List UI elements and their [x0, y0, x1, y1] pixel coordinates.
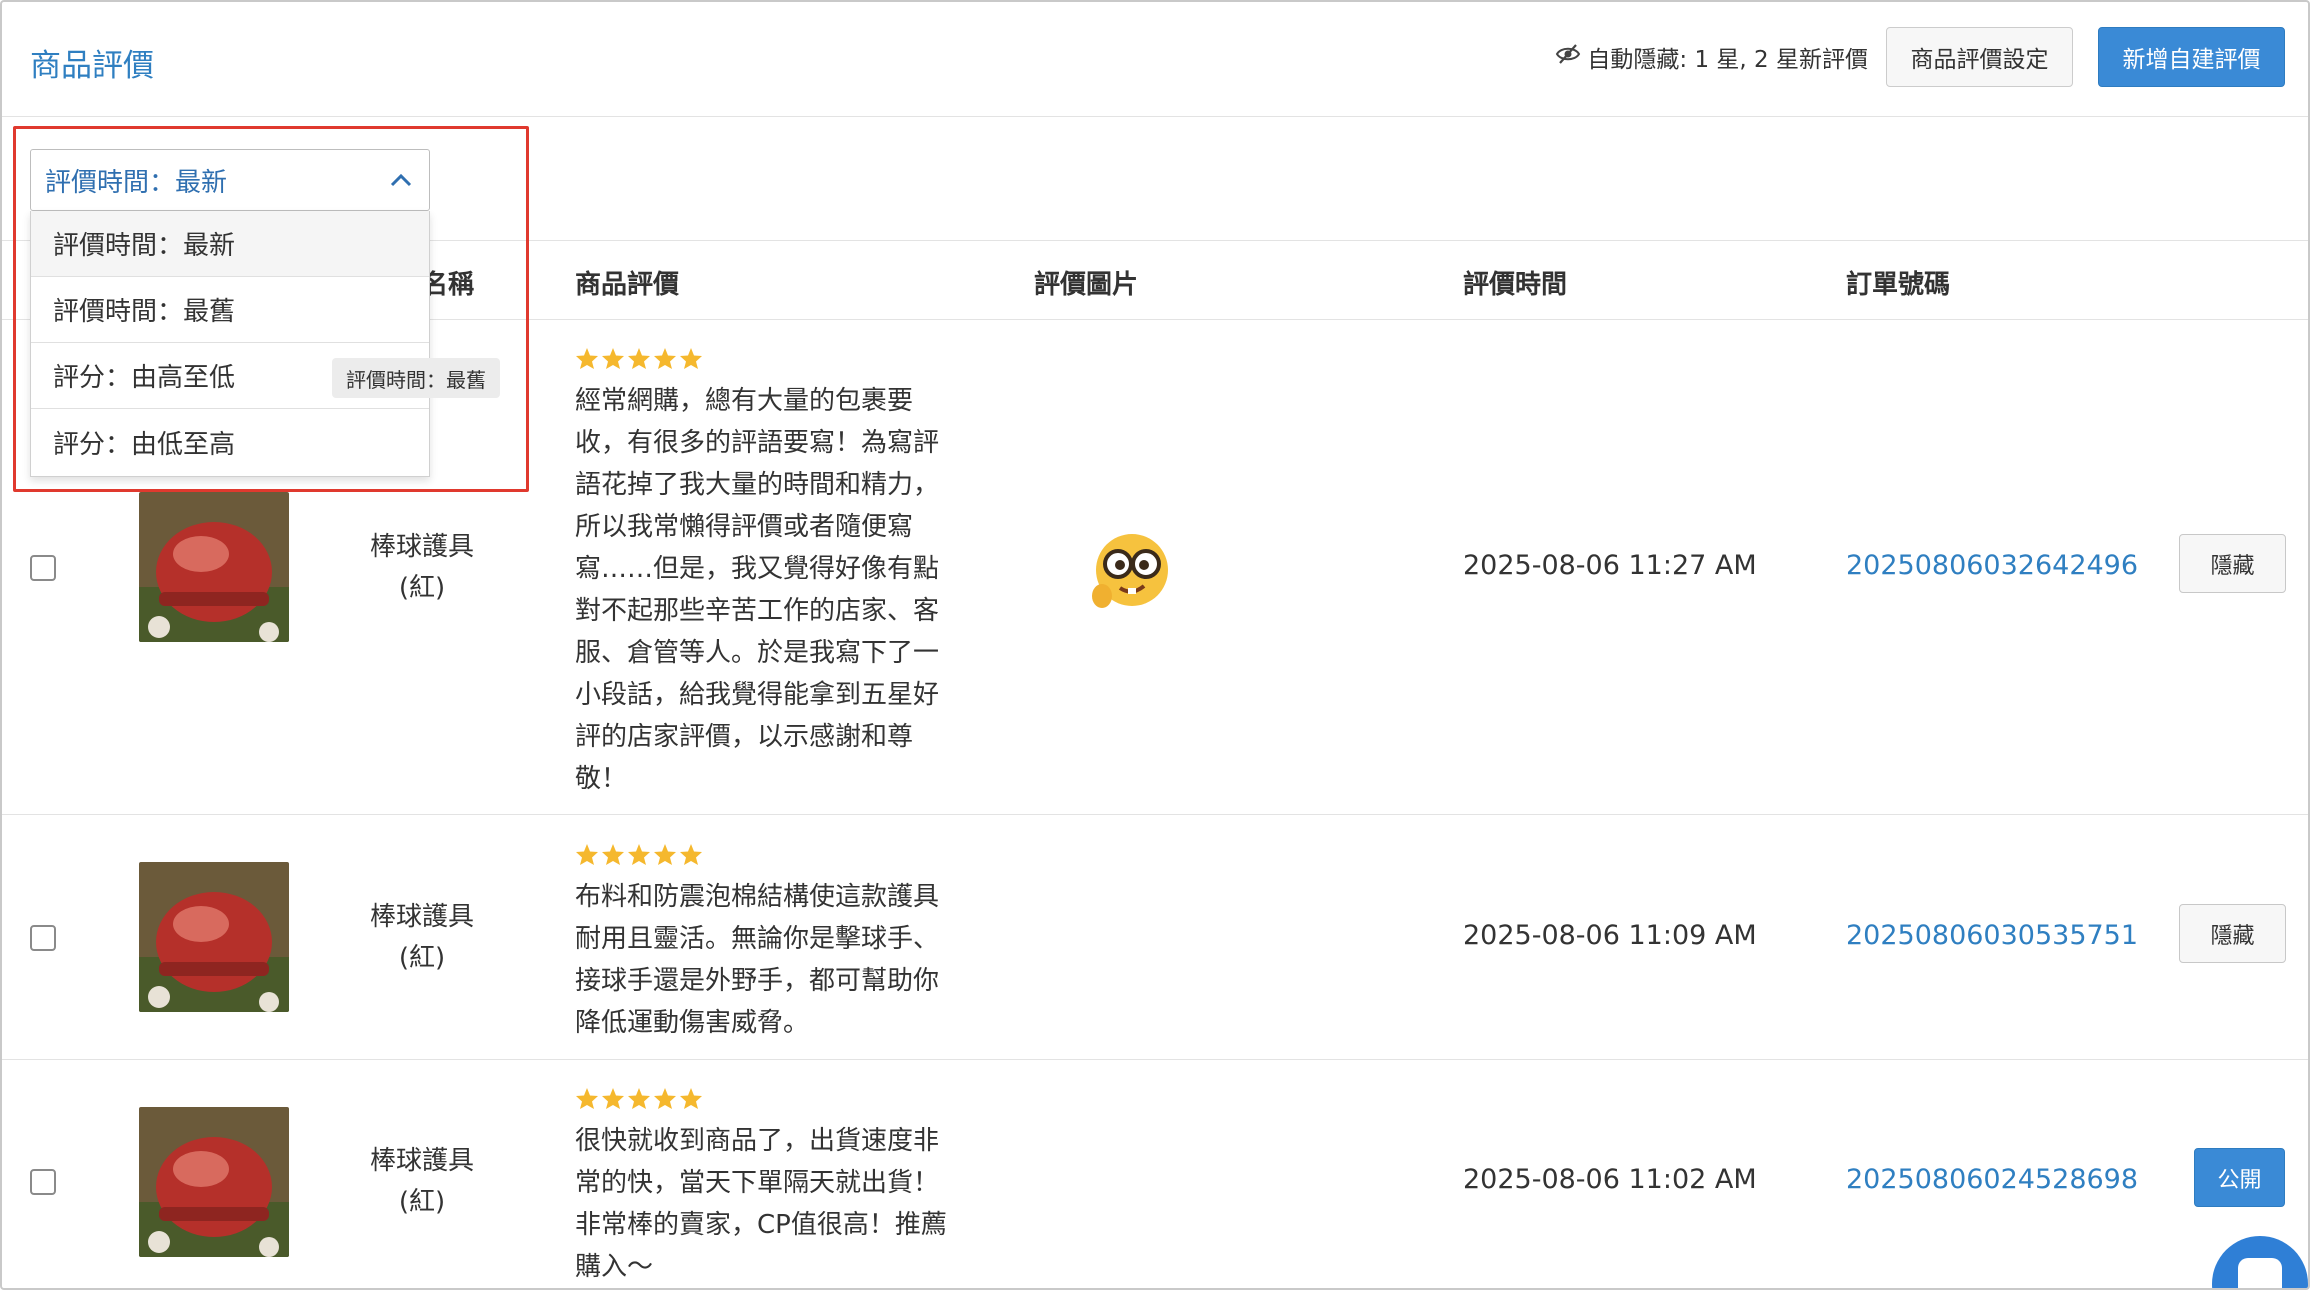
review-text: 布料和防震泡棉結構使這款護具 耐用且靈活。無論你是擊球手、 接球手還是外野手，都… [575, 876, 985, 1044]
sort-option-oldest[interactable]: 評價時間：最舊 [31, 277, 429, 343]
review-line: 小段話，給我覺得能拿到五星好 [575, 680, 940, 710]
product-thumbnail [139, 492, 289, 642]
row-divider [2, 814, 2308, 815]
sort-option-rating-low[interactable]: 評分：由低至高 [31, 409, 429, 475]
star-icon [628, 844, 650, 865]
rating-stars [575, 1087, 703, 1110]
review-text: 經常網購，總有大量的包裹要 收，有很多的評語要寫！為寫評 語花掉了我大量的時間和… [575, 380, 985, 800]
star-icon [602, 348, 624, 369]
rating-stars [575, 843, 703, 866]
review-line: 對不起那些辛苦工作的店家、客 [575, 596, 940, 626]
star-icon [680, 348, 702, 369]
product-name: 棒球護具 (紅) [342, 897, 502, 979]
column-header-review-image: 評價圖片 [1034, 270, 1139, 300]
sort-select[interactable]: 評價時間：最新 [30, 149, 430, 211]
tooltip: 評價時間：最舊 [332, 358, 500, 398]
star-icon [576, 1088, 598, 1109]
page-title: 商品評價 [30, 48, 154, 84]
star-icon [576, 844, 598, 865]
review-line: 非常棒的賣家，CP值很高！推薦 [575, 1210, 947, 1240]
product-name-text: 棒球護具 [369, 902, 474, 932]
chevron-up-icon [389, 170, 413, 190]
product-variant-text: (紅) [398, 943, 446, 973]
review-line: 收，有很多的評語要寫！為寫評 [575, 428, 940, 458]
review-time: 2025-08-06 11:27 AM [1463, 550, 1757, 581]
row-divider [2, 1059, 2308, 1060]
sort-selected-value: 評價時間：最新 [45, 167, 228, 198]
row-checkbox[interactable] [30, 1169, 56, 1195]
product-name-text: 棒球護具 [369, 532, 474, 562]
chat-icon [2238, 1258, 2282, 1288]
product-variant-text: (紅) [398, 573, 446, 603]
review-page: 商品評價 自動隱藏: 1 星, 2 星新評價 商品評價設定 新增自建評價 名稱 … [0, 0, 2310, 1290]
add-custom-review-button[interactable]: 新增自建評價 [2098, 27, 2285, 87]
row-checkbox[interactable] [30, 925, 56, 951]
column-header-review: 商品評價 [575, 270, 680, 300]
review-settings-button[interactable]: 商品評價設定 [1886, 27, 2073, 87]
review-line: 敬！ [575, 764, 628, 794]
sort-menu: 評價時間：最新 評價時間：最舊 評分：由高至低 評分：由低至高 [30, 211, 430, 477]
star-icon [602, 1088, 624, 1109]
review-line: 購入～ [575, 1252, 654, 1282]
review-text: 很快就收到商品了，出貨速度非 常的快，當天下單隔天就出貨！ 非常棒的賣家，CP值… [575, 1120, 985, 1288]
hide-review-button[interactable]: 隱藏 [2179, 534, 2286, 593]
star-icon [628, 348, 650, 369]
publish-review-button[interactable]: 公開 [2194, 1148, 2285, 1207]
auto-hide-text: 自動隱藏: 1 星, 2 星新評價 [1587, 47, 1868, 73]
star-icon [680, 1088, 702, 1109]
product-name-text: 棒球護具 [369, 1146, 474, 1176]
review-line: 降低運動傷害威脅。 [575, 1008, 810, 1038]
review-line: 所以我常懶得評價或者隨便寫 [575, 512, 914, 542]
review-time: 2025-08-06 11:09 AM [1463, 920, 1757, 951]
review-line: 語花掉了我大量的時間和精力， [575, 470, 940, 500]
auto-hide-info: 自動隱藏: 1 星, 2 星新評價 [1555, 40, 1868, 74]
review-line: 經常網購，總有大量的包裹要 [575, 386, 914, 416]
sort-option-newest[interactable]: 評價時間：最新 [31, 211, 429, 277]
order-number-link[interactable]: 20250806024528698 [1846, 1164, 2138, 1195]
product-variant-text: (紅) [398, 1187, 446, 1217]
review-line: 評的店家評價，以示感謝和尊 [575, 722, 914, 752]
review-line: 常的快，當天下單隔天就出貨！ [575, 1168, 940, 1198]
chat-widget-button[interactable] [2212, 1236, 2308, 1288]
header-divider [2, 116, 2308, 117]
review-line: 接球手還是外野手，都可幫助你 [575, 966, 940, 996]
product-name: 棒球護具 (紅) [342, 527, 502, 609]
product-thumbnail [139, 1107, 289, 1257]
product-name: 棒球護具 (紅) [342, 1141, 502, 1223]
star-icon [654, 1088, 676, 1109]
product-thumbnail [139, 862, 289, 1012]
nerd-face-emoji-icon[interactable] [1090, 530, 1174, 610]
rating-stars [575, 347, 703, 370]
order-number-link[interactable]: 20250806030535751 [1846, 920, 2138, 951]
review-line: 布料和防震泡棉結構使這款護具 [575, 882, 940, 912]
star-icon [654, 348, 676, 369]
star-icon [654, 844, 676, 865]
review-line: 很快就收到商品了，出貨速度非 [575, 1126, 940, 1156]
column-header-order-number: 訂單號碼 [1846, 270, 1951, 300]
review-time: 2025-08-06 11:02 AM [1463, 1164, 1757, 1195]
hide-review-button[interactable]: 隱藏 [2179, 904, 2286, 963]
review-line: 服、倉管等人。於是我寫下了一 [575, 638, 940, 668]
star-icon [602, 844, 624, 865]
star-icon [576, 348, 598, 369]
order-number-link[interactable]: 20250806032642496 [1846, 550, 2138, 581]
review-line: 耐用且靈活。無論你是擊球手、 [575, 924, 940, 954]
star-icon [680, 844, 702, 865]
star-icon [628, 1088, 650, 1109]
row-checkbox[interactable] [30, 555, 56, 581]
column-header-review-time: 評價時間 [1463, 270, 1568, 300]
eye-slash-icon [1555, 43, 1581, 71]
review-line: 寫……但是，我又覺得好像有點 [575, 554, 940, 584]
